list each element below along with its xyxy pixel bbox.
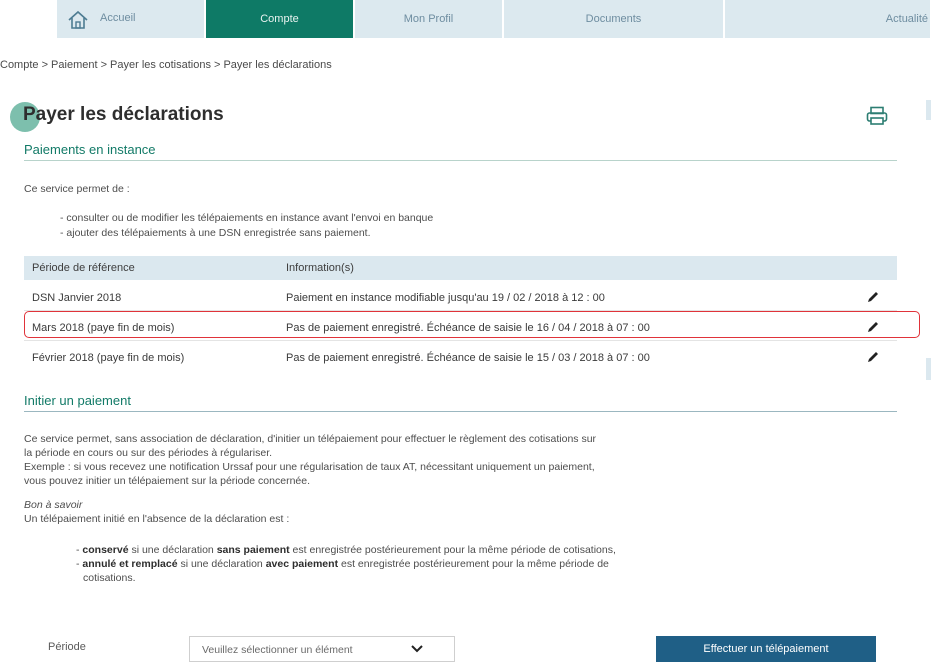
breadcrumb[interactable]: Compte > Paiement > Payer les cotisation… bbox=[0, 59, 332, 71]
period-label: Période bbox=[48, 641, 86, 653]
initiate-payment-button[interactable]: Effectuer un télépaiement bbox=[656, 636, 876, 662]
section-title-pending: Paiements en instance bbox=[24, 142, 156, 157]
row-highlight-outline bbox=[24, 311, 920, 338]
initiate-text: Exemple : si vous recevez une notificati… bbox=[24, 461, 595, 473]
initiate-text: la période en cours ou sur des périodes … bbox=[24, 447, 273, 459]
bullet-text: est enregistrée postérieurement pour la … bbox=[338, 558, 609, 570]
keyword-annule-remplace: annulé et remplacé bbox=[82, 558, 178, 570]
pencil-icon[interactable] bbox=[866, 350, 880, 364]
initiate-text: Ce service permet, sans association de d… bbox=[24, 433, 597, 445]
table-header: Période de référence Information(s) bbox=[24, 256, 897, 280]
pencil-icon[interactable] bbox=[866, 290, 880, 304]
nav-tab-compte[interactable]: Compte bbox=[206, 0, 354, 38]
nav-label: Compte bbox=[260, 13, 299, 25]
nav-label: Actualité bbox=[885, 13, 928, 25]
keyword-conserve: conservé bbox=[82, 544, 129, 556]
table-row: Février 2018 (paye fin de mois) Pas de p… bbox=[24, 346, 897, 370]
column-header-period: Période de référence bbox=[32, 262, 135, 274]
cell-info: Paiement en instance modifiable jusqu'au… bbox=[286, 292, 605, 304]
bullet-text: cotisations. bbox=[83, 572, 136, 584]
cell-info: Pas de paiement enregistré. Échéance de … bbox=[286, 352, 650, 364]
bullet-text: est enregistrée postérieurement pour la … bbox=[289, 544, 616, 556]
nav-tab-mon-profil[interactable]: Mon Profil bbox=[355, 0, 503, 38]
page-title: Payer les déclarations bbox=[23, 104, 224, 125]
initiate-text: vous pouvez initier un télépaiement sur … bbox=[24, 475, 311, 487]
chevron-down-icon bbox=[411, 645, 423, 653]
initiate-text: Un télépaiement initié en l'absence de l… bbox=[24, 513, 290, 525]
nav-tab-actualites[interactable]: Actualité bbox=[725, 0, 931, 38]
printer-icon[interactable] bbox=[866, 106, 888, 126]
table-row: DSN Janvier 2018 Paiement en instance mo… bbox=[24, 286, 897, 310]
rule-bullet-conserve: - conservé si une déclaration sans paiem… bbox=[76, 544, 616, 556]
home-icon bbox=[68, 10, 88, 29]
rule-bullet-annule: - annulé et remplacé si une déclaration … bbox=[76, 558, 609, 570]
bullet-text: si une déclaration bbox=[177, 558, 266, 570]
pending-bullet: - ajouter des télépaiements à une DSN en… bbox=[60, 227, 371, 239]
nav-tab-accueil[interactable]: Accueil bbox=[57, 0, 205, 38]
pending-bullet: - consulter ou de modifier les télépaiem… bbox=[60, 212, 434, 224]
right-accent bbox=[926, 100, 931, 120]
bullet-text: si une déclaration bbox=[128, 544, 217, 556]
cell-period: Février 2018 (paye fin de mois) bbox=[32, 352, 185, 364]
row-divider bbox=[24, 340, 897, 341]
section-divider bbox=[24, 411, 897, 412]
period-select[interactable]: Veuillez sélectionner un élément bbox=[189, 636, 455, 662]
good-to-know-label: Bon à savoir bbox=[24, 499, 83, 511]
keyword-sans-paiement: sans paiement bbox=[216, 544, 290, 556]
nav-tab-documents[interactable]: Documents bbox=[504, 0, 724, 38]
keyword-avec-paiement: avec paiement bbox=[265, 558, 339, 570]
right-accent bbox=[926, 358, 931, 380]
period-select-value: Veuillez sélectionner un élément bbox=[202, 644, 353, 656]
nav-label: Accueil bbox=[100, 12, 136, 24]
section-title-initiate: Initier un paiement bbox=[24, 393, 131, 408]
nav-label: Documents bbox=[585, 13, 642, 25]
cell-period: DSN Janvier 2018 bbox=[32, 292, 122, 304]
nav-label: Mon Profil bbox=[403, 13, 454, 25]
top-navigation: Accueil Compte Mon Profil Documents Actu… bbox=[0, 0, 931, 38]
column-header-info: Information(s) bbox=[286, 262, 354, 274]
pending-intro: Ce service permet de : bbox=[24, 183, 130, 195]
section-divider bbox=[24, 160, 897, 161]
